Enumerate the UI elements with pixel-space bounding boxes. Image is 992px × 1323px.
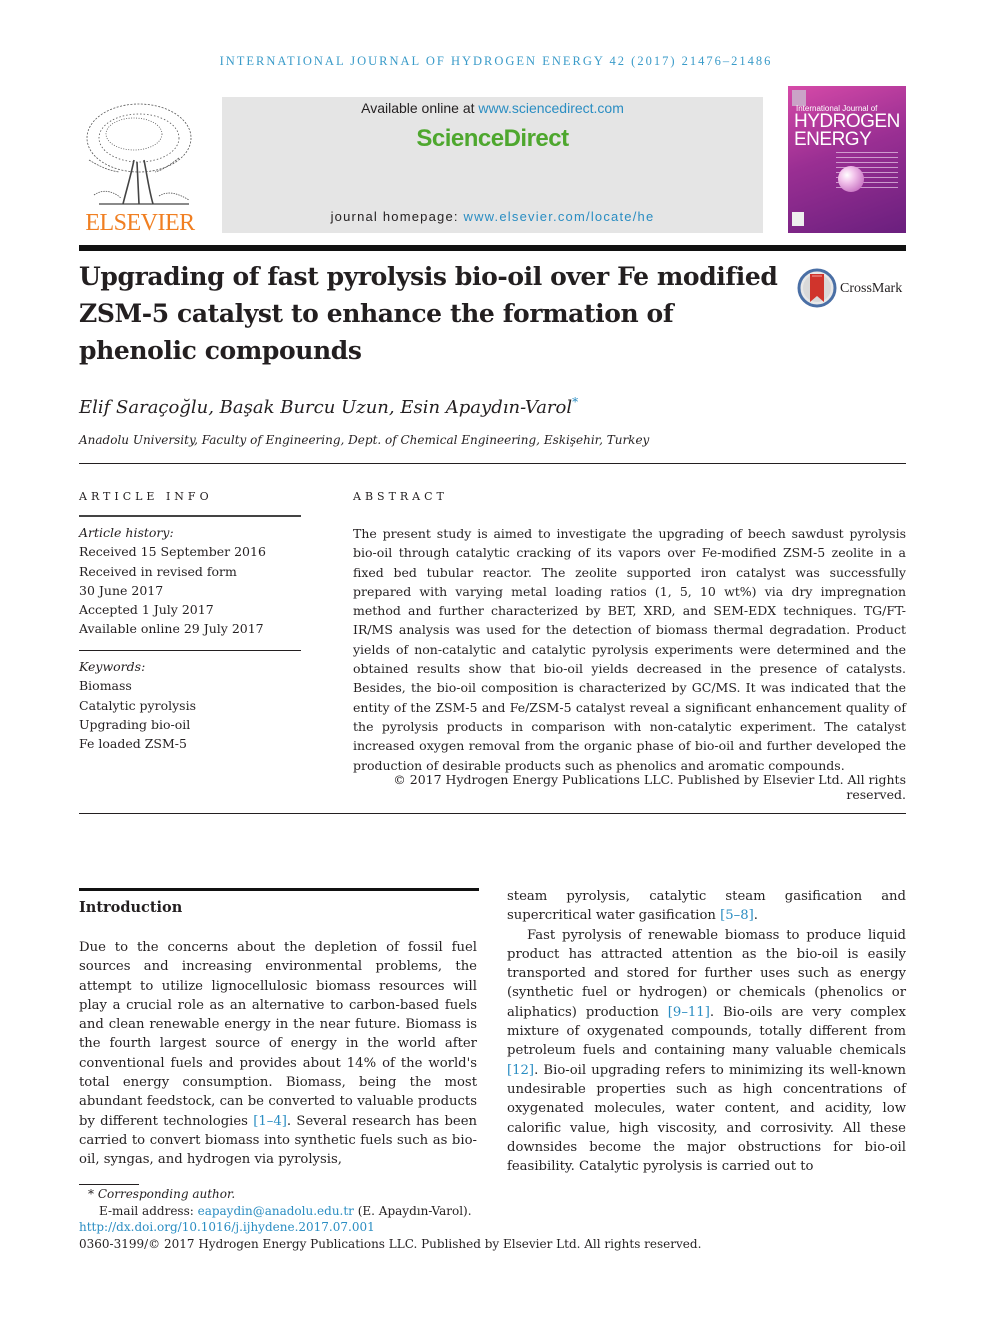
title-line: ZSM-5 catalyst to enhance the formation … xyxy=(79,299,674,328)
crossmark-icon xyxy=(797,268,837,308)
cover-title-line3: ENERGY xyxy=(794,129,872,150)
keyword-item: Fe loaded ZSM-5 xyxy=(79,736,187,752)
article-info-divider xyxy=(79,515,301,517)
keywords: Keywords: Biomass Catalytic pyrolysis Up… xyxy=(79,657,319,753)
history-item: 30 June 2017 xyxy=(79,582,164,598)
sciencedirect-banner: Available online at www.sciencedirect.co… xyxy=(222,97,763,233)
header-divider xyxy=(79,245,906,251)
crossmark-label: CrossMark xyxy=(840,281,903,296)
body-column-right: steam pyrolysis, catalytic steam gasific… xyxy=(507,887,906,1176)
history-item: Received in revised form xyxy=(79,563,237,579)
available-online-prefix: Available online at xyxy=(361,100,479,116)
footnote-divider xyxy=(79,1184,139,1185)
history-item: Available online 29 July 2017 xyxy=(79,621,264,637)
journal-homepage-link[interactable]: www.elsevier.com/locate/he xyxy=(464,209,655,224)
title-line: Upgrading of fast pyrolysis bio-oil over… xyxy=(79,262,778,291)
affiliation: Anadolu University, Faculty of Engineeri… xyxy=(79,433,650,447)
doi-link[interactable]: http://dx.doi.org/10.1016/j.ijhydene.201… xyxy=(79,1220,375,1234)
citation-link[interactable]: [1–4] xyxy=(253,1114,287,1129)
abstract-text: The present study is aimed to investigat… xyxy=(353,526,906,773)
email-label: E-mail address: xyxy=(99,1203,198,1218)
keyword-item: Catalytic pyrolysis xyxy=(79,697,196,713)
article-info-heading: ARTICLE INFO xyxy=(79,490,213,503)
journal-homepage-prefix: journal homepage: xyxy=(330,209,464,224)
article-history-label: Article history: xyxy=(79,525,174,540)
history-item: Accepted 1 July 2017 xyxy=(79,602,214,618)
history-item: Received 15 September 2016 xyxy=(79,544,266,560)
text-run: . xyxy=(753,908,758,924)
introduction-heading: Introduction xyxy=(79,899,183,916)
available-online-text: Available online at www.sciencedirect.co… xyxy=(222,100,763,116)
footnotes: * Corresponding author. E-mail address: … xyxy=(79,1186,729,1252)
citation-link[interactable]: [5–8] xyxy=(720,908,754,923)
article-title: Upgrading of fast pyrolysis bio-oil over… xyxy=(79,258,779,369)
sciencedirect-logo[interactable]: ScienceDirect xyxy=(222,125,763,153)
corresponding-author-note: * Corresponding author. xyxy=(88,1187,236,1201)
sciencedirect-link[interactable]: www.sciencedirect.com xyxy=(478,100,624,116)
corresponding-author-marker[interactable]: * xyxy=(572,395,578,409)
keywords-label: Keywords: xyxy=(79,659,146,674)
abstract-heading: ABSTRACT xyxy=(353,490,448,503)
elsevier-logo[interactable]: ELSEVIER xyxy=(79,100,201,236)
author-list: Elif Saraçoğlu, Başak Burcu Uzun, Esin A… xyxy=(79,395,578,418)
text-run: Due to the concerns about the depletion … xyxy=(79,940,477,1129)
journal-cover-image[interactable]: International Journal of HYDROGEN ENERGY xyxy=(788,86,906,233)
title-line: phenolic compounds xyxy=(79,336,362,365)
cover-title-main: HYDROGEN ENERGY xyxy=(794,112,900,150)
text-run: steam pyrolysis, catalytic steam gasific… xyxy=(507,889,906,924)
abstract-divider xyxy=(79,813,906,814)
intro-paragraph-continued: steam pyrolysis, catalytic steam gasific… xyxy=(507,887,906,926)
running-head: INTERNATIONAL JOURNAL OF HYDROGEN ENERGY… xyxy=(219,54,773,68)
article-history: Article history: Received 15 September 2… xyxy=(79,523,319,639)
intro-paragraph: Fast pyrolysis of renewable biomass to p… xyxy=(507,926,906,1177)
keyword-item: Biomass xyxy=(79,678,132,694)
elsevier-wordmark: ELSEVIER xyxy=(85,210,195,236)
email-suffix: (E. Apaydın-Varol). xyxy=(353,1203,472,1218)
issn-copyright: 0360-3199/© 2017 Hydrogen Energy Publica… xyxy=(79,1236,702,1251)
journal-homepage-text: journal homepage: www.elsevier.com/locat… xyxy=(222,209,763,224)
cover-orb-graphic xyxy=(838,166,864,192)
elsevier-tree-icon xyxy=(86,103,192,205)
body-column-left: Due to the concerns about the depletion … xyxy=(79,938,477,1170)
citation-link[interactable]: [12] xyxy=(507,1063,534,1078)
cover-iahe-logo xyxy=(792,212,804,226)
author-names: Elif Saraçoğlu, Başak Burcu Uzun, Esin A… xyxy=(79,397,573,418)
citation-link[interactable]: [9–11] xyxy=(668,1005,710,1020)
crossmark-button[interactable]: CrossMark xyxy=(797,268,909,308)
affiliation-divider xyxy=(79,463,906,464)
introduction-divider xyxy=(79,888,479,891)
email-note: E-mail address: eapaydin@anadolu.edu.tr … xyxy=(79,1203,729,1220)
keywords-divider xyxy=(79,650,301,651)
text-run: . Bio-oil upgrading refers to minimizing… xyxy=(507,1062,906,1175)
keyword-item: Upgrading bio-oil xyxy=(79,716,191,732)
intro-paragraph: Due to the concerns about the depletion … xyxy=(79,938,477,1170)
email-link[interactable]: eapaydin@anadolu.edu.tr xyxy=(198,1204,354,1218)
abstract-copyright: © 2017 Hydrogen Energy Publications LLC.… xyxy=(393,772,906,802)
